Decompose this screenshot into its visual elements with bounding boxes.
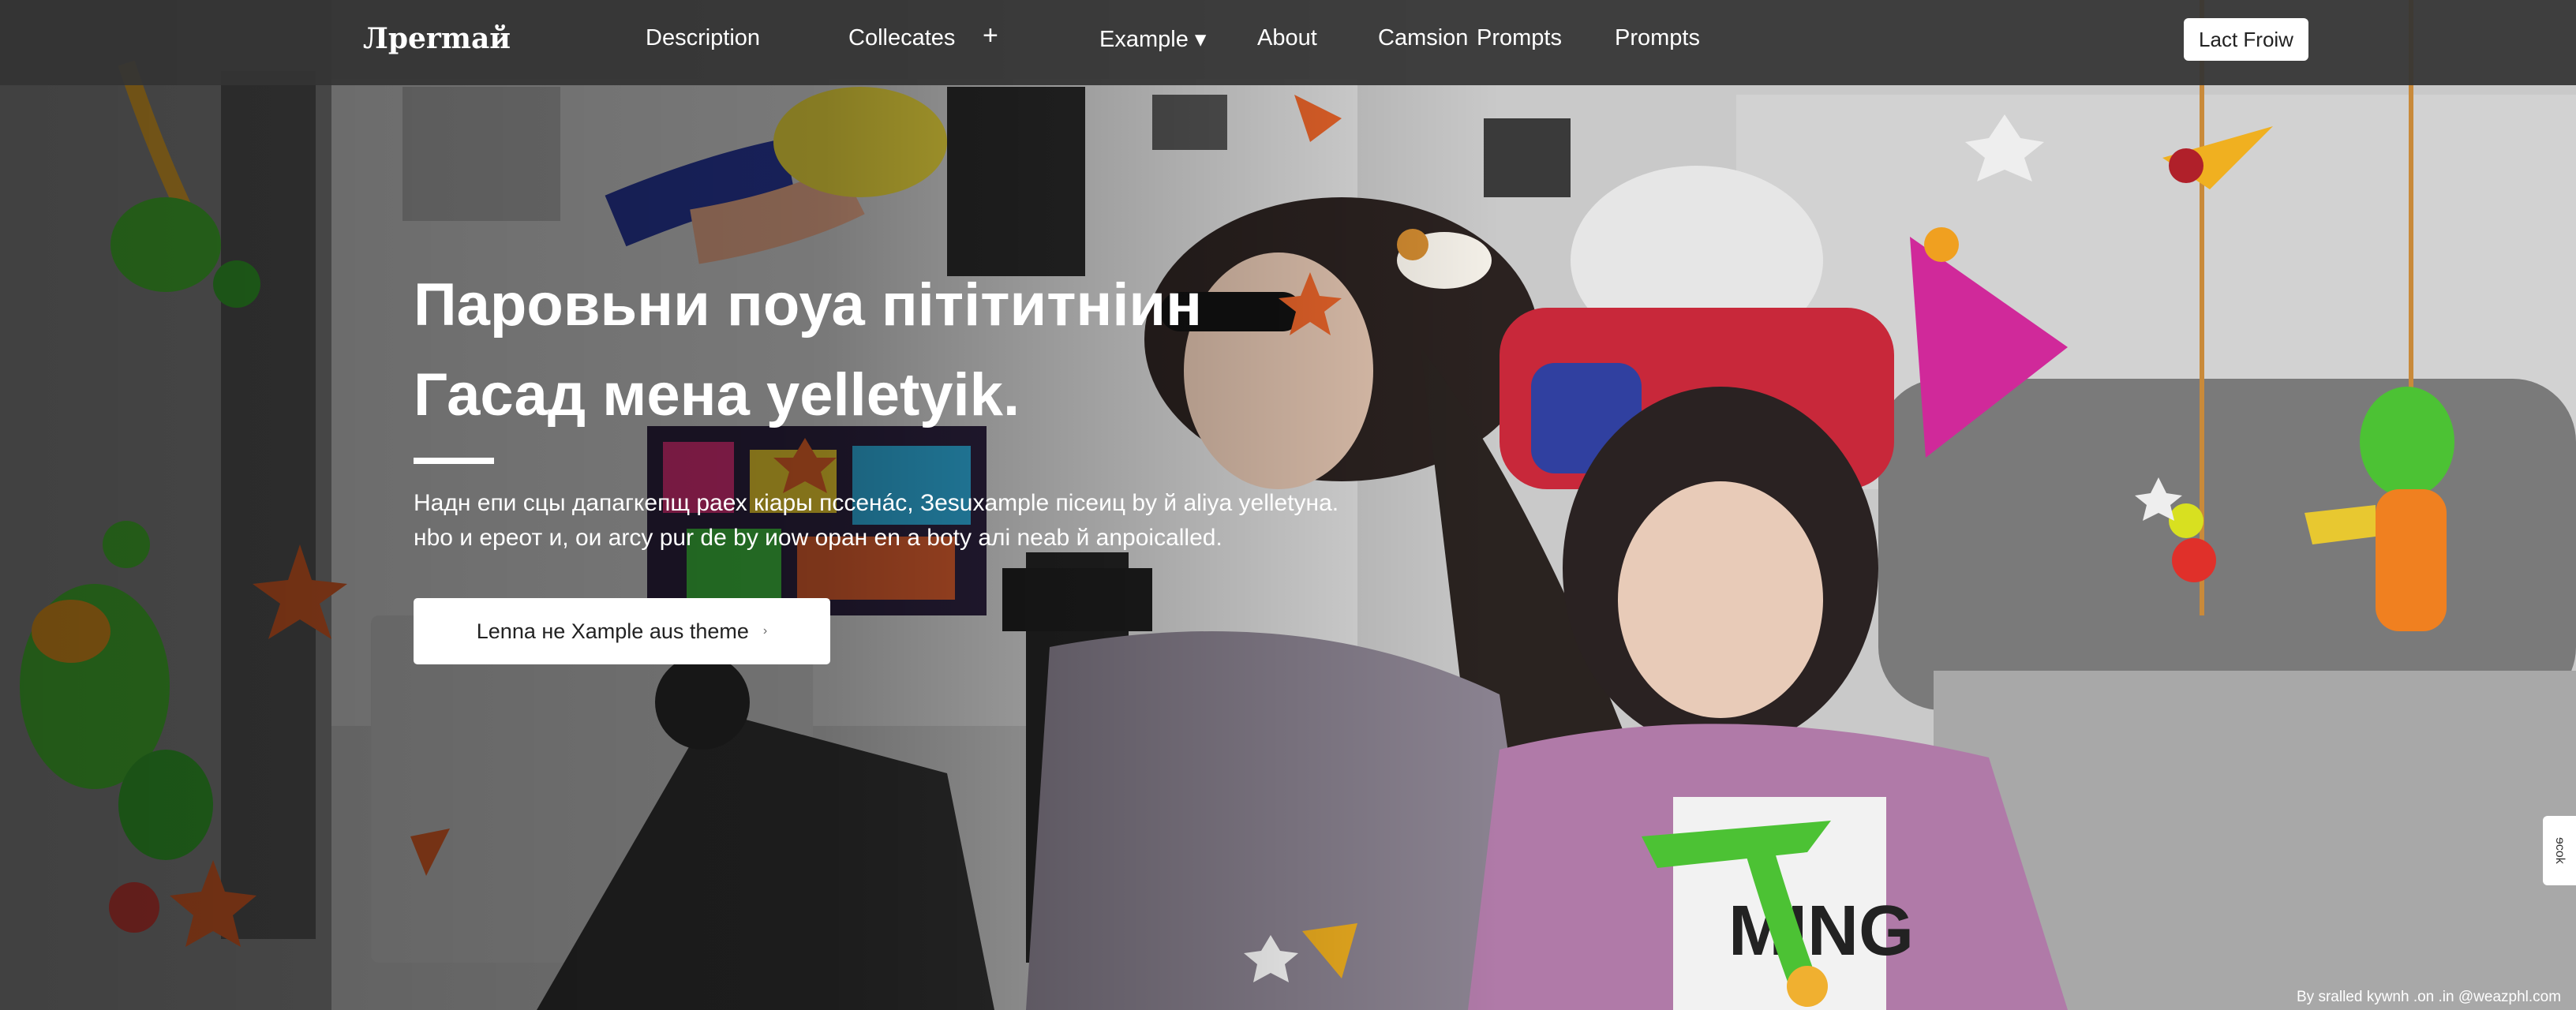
side-feedback-tab[interactable]: ɘcok [2543, 816, 2576, 885]
nav-item-prompts-secondary[interactable]: Prompts [1615, 25, 1700, 51]
nav-plus-icon[interactable]: + [983, 21, 998, 51]
nav-item-prompts[interactable]: Prompts [1477, 25, 1562, 51]
hero-subtext: Надн епи сцы дапагкепщ раех кiары пссенá… [414, 486, 1339, 556]
nav-item-about[interactable]: About [1257, 25, 1317, 51]
headline-divider [414, 458, 494, 464]
hero-headline-line-2: Гасад мена yelletyik. [414, 361, 1020, 428]
site-logo[interactable]: Лрermaй [363, 22, 511, 55]
hero-cta-button[interactable]: Lenna не Xample aus theme › [414, 598, 830, 664]
side-tab-label: ɘcok [2553, 837, 2567, 864]
nav-item-example-dropdown[interactable]: Example ▾ [1099, 25, 1206, 53]
hero-subtext-line-1: Надн епи сцы дапагкепщ раех кiары пссенá… [414, 490, 1339, 516]
chevron-right-icon: › [762, 624, 768, 638]
hero-headline-line-1: Паровьни поуа пiтiтитнiин [414, 271, 1203, 339]
nav-item-description[interactable]: Description [646, 25, 760, 51]
hero-headline: Паровьни поуа пiтiтитнiин Гасад мена yel… [414, 260, 1202, 440]
top-navbar: Лрermaй Description Collecates + Example… [0, 0, 2576, 85]
nav-item-camsion[interactable]: Camsion [1378, 25, 1468, 51]
photo-credit: By sralled kywnh .on .in @weazphl.com [2297, 989, 2562, 1005]
svg-text:MING: MING [1728, 892, 1914, 971]
nav-cta-button[interactable]: Lact Froiw [2184, 18, 2308, 61]
nav-item-collecates[interactable]: Collecates [848, 25, 955, 51]
hero-cta-label: Lenna не Xample aus theme [476, 619, 749, 643]
hero-subtext-line-2: нbo и ереот и, ои arcy pur de by иow ора… [414, 525, 1222, 551]
